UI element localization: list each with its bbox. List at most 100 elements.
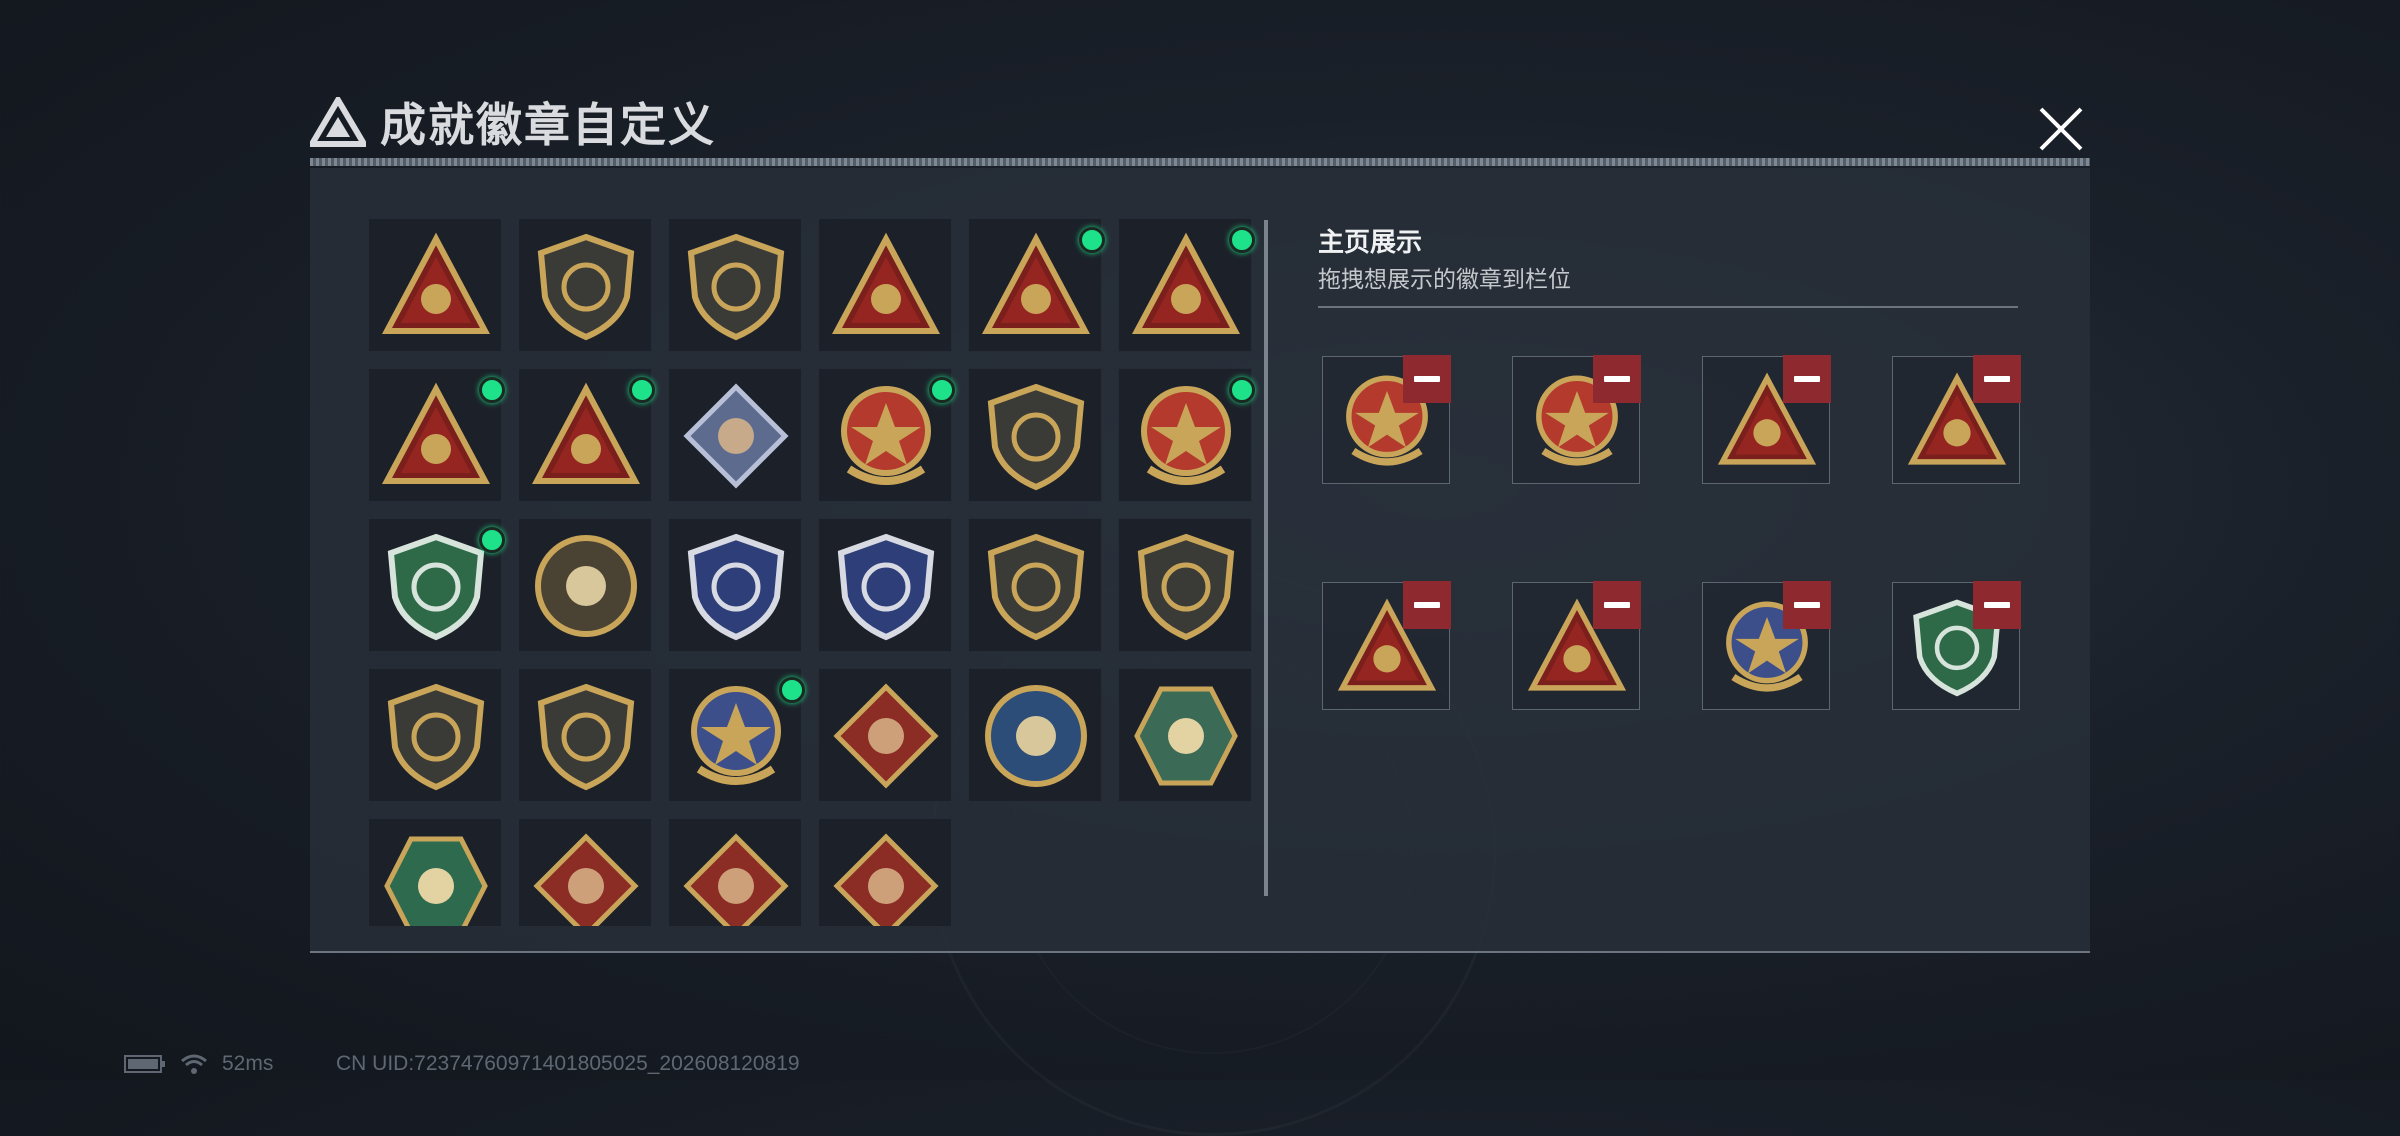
badge-cell[interactable] <box>518 818 652 926</box>
showcase-divider <box>1318 306 2018 308</box>
hand-sign-triangle-badge-icon <box>832 232 940 334</box>
showcase-title: 主页展示 <box>1318 227 1423 257</box>
hornet-hex-badge-icon <box>1134 686 1238 786</box>
badge-cell[interactable] <box>518 368 655 502</box>
rifle-crosshair-blue-badge-icon <box>837 533 935 641</box>
number-one-triangle-badge-icon <box>1132 232 1240 334</box>
badge-cell[interactable] <box>1118 668 1252 802</box>
usb-triangle-badge-icon <box>382 382 490 484</box>
badge-cell[interactable] <box>1118 218 1255 352</box>
sniper-shield-badge-icon <box>387 683 485 791</box>
badge-cell[interactable] <box>968 218 1105 352</box>
wings-crest-badge-icon <box>691 686 781 785</box>
battery-icon <box>124 1055 165 1073</box>
remove-badge-button[interactable] <box>1593 355 1641 403</box>
remove-badge-button[interactable] <box>1973 355 2021 403</box>
badge-cell[interactable] <box>668 818 802 926</box>
page-title: 成就徽章自定义 <box>380 99 716 151</box>
pistol-shield-badge-icon <box>537 683 635 791</box>
wifi-icon <box>181 1054 207 1074</box>
remove-badge-button[interactable] <box>1783 581 1831 629</box>
badge-cell[interactable] <box>968 518 1102 652</box>
badge-cell[interactable] <box>368 668 502 802</box>
badge-panel: 主页展示 拖拽想展示的徽章到栏位 <box>310 168 2090 953</box>
collection-scrollbar[interactable] <box>1264 220 1268 896</box>
remove-badge-button[interactable] <box>1403 581 1451 629</box>
rifle-crosshair-blue-badge-icon <box>687 533 785 641</box>
remove-badge-button[interactable] <box>1783 355 1831 403</box>
new-badge-indicator <box>1079 227 1105 253</box>
new-badge-indicator <box>929 377 955 403</box>
runner-diamond-badge-icon <box>833 833 939 926</box>
wolf-diamond-badge-icon <box>833 683 939 789</box>
badge-cell[interactable] <box>668 668 805 802</box>
badge-cell[interactable] <box>668 518 802 652</box>
badge-collection-grid[interactable] <box>368 218 1268 926</box>
new-badge-indicator <box>1229 227 1255 253</box>
eagle-shield-badge-icon <box>987 383 1085 491</box>
badge-cell[interactable] <box>668 218 802 352</box>
showcase-slot[interactable] <box>1512 581 1641 710</box>
soldiers-triangle-badge-icon <box>532 382 640 484</box>
remove-badge-button[interactable] <box>1973 581 2021 629</box>
showcase-slot[interactable] <box>1702 581 1831 710</box>
ping-value: 52ms <box>222 1052 274 1075</box>
showcase-slot[interactable] <box>1702 355 1831 484</box>
badge-cell[interactable] <box>668 368 802 502</box>
badge-cell[interactable] <box>818 668 952 802</box>
badge-cell[interactable] <box>1118 518 1252 652</box>
minus-icon <box>1414 602 1440 608</box>
badge-cell[interactable] <box>968 668 1102 802</box>
gun-hex-green-badge-icon <box>384 836 488 926</box>
uid-text: CN UID:7237476097140180502​5_20260812081… <box>336 1052 800 1075</box>
close-icon <box>2039 107 2083 151</box>
showcase-slot[interactable] <box>1892 355 2021 484</box>
minus-icon <box>1984 376 2010 382</box>
badge-cell[interactable] <box>368 368 505 502</box>
badge-cell[interactable] <box>818 368 955 502</box>
triangle-logo-icon <box>310 97 366 147</box>
minus-icon <box>1984 602 2010 608</box>
dragon-diamond-badge-icon <box>533 833 639 926</box>
star-medal-badge-icon <box>841 386 931 485</box>
hat-triangle-badge-icon <box>982 232 1090 334</box>
badge-cell[interactable] <box>368 218 502 352</box>
green-gem-shield-badge-icon <box>387 533 485 641</box>
new-badge-indicator <box>629 377 655 403</box>
minus-icon <box>1414 376 1440 382</box>
badge-cell[interactable] <box>368 518 505 652</box>
remove-badge-button[interactable] <box>1403 355 1451 403</box>
showcase-subtitle: 拖拽想展示的徽章到栏位 <box>1318 266 1571 292</box>
header-divider <box>310 158 2090 166</box>
badge-cell[interactable] <box>818 218 952 352</box>
knife-shield-badge-icon <box>987 533 1085 641</box>
badge-cell[interactable] <box>518 668 652 802</box>
showcase-slot[interactable] <box>1322 581 1451 710</box>
helicopter-shield-badge-icon <box>537 233 635 341</box>
smg-shield-badge-icon <box>1137 533 1235 641</box>
remove-badge-button[interactable] <box>1593 581 1641 629</box>
showcase-slot[interactable] <box>1322 355 1451 484</box>
dagger-shield-badge-icon <box>687 233 785 341</box>
eagle-round-badge-icon <box>985 685 1087 787</box>
new-badge-indicator <box>779 677 805 703</box>
dragon-diamond-badge-icon <box>683 833 789 926</box>
badge-cell[interactable] <box>1118 368 1255 502</box>
minus-icon <box>1604 602 1630 608</box>
badge-cell[interactable] <box>818 518 952 652</box>
badge-cell[interactable] <box>518 218 652 352</box>
badge-cell[interactable] <box>818 818 952 926</box>
close-button[interactable] <box>2032 100 2090 158</box>
showcase-slot[interactable] <box>1892 581 2021 710</box>
ribbon-crest-badge-icon <box>1141 386 1231 485</box>
minus-icon <box>1794 602 1820 608</box>
badge-cell[interactable] <box>368 818 502 926</box>
new-badge-indicator <box>479 527 505 553</box>
minus-icon <box>1604 376 1630 382</box>
new-badge-indicator <box>479 377 505 403</box>
badge-cell[interactable] <box>968 368 1102 502</box>
status-bar: 52ms <box>124 1052 273 1076</box>
badge-cell[interactable] <box>518 518 652 652</box>
minus-icon <box>1794 376 1820 382</box>
showcase-slot[interactable] <box>1512 355 1641 484</box>
